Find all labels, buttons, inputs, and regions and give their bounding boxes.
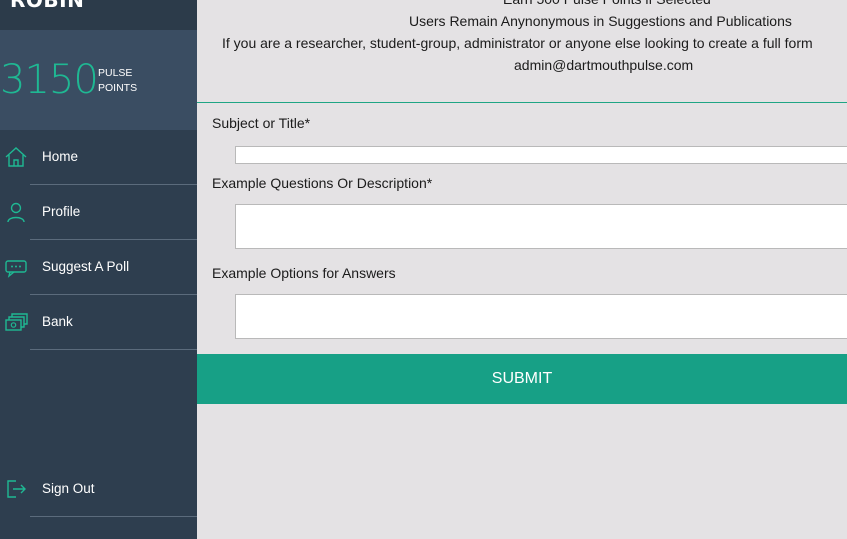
money-stack-icon — [4, 311, 28, 333]
contact-email: admin@dartmouthpulse.com — [514, 57, 694, 73]
sign-out-label: Sign Out — [42, 481, 95, 496]
sign-out-button[interactable]: Sign Out — [0, 462, 197, 517]
chat-bubble-icon — [4, 256, 28, 278]
pulse-points-label-line1: PULSE — [98, 67, 133, 79]
subject-input[interactable] — [235, 146, 847, 164]
options-label: Example Options for Answers — [212, 265, 396, 281]
divider — [30, 349, 197, 350]
pulse-points-label: PULSE POINTS — [98, 66, 137, 96]
questions-textarea[interactable] — [235, 204, 847, 249]
pulse-points-value: 3150 — [0, 57, 99, 103]
sidebar-item-home[interactable]: Home — [0, 130, 197, 185]
sidebar-item-label: Bank — [42, 314, 73, 329]
brand-bar: ROBIN — [0, 0, 197, 30]
subject-label: Subject or Title* — [212, 115, 311, 131]
pulse-points-label-line2: POINTS — [98, 82, 138, 94]
sidebar-item-suggest-a-poll[interactable]: Suggest A Poll — [0, 240, 197, 295]
info-line-reward: Earn 500 Pulse Points if Selected — [503, 0, 711, 10]
user-icon — [4, 201, 28, 223]
sidebar-item-bank[interactable]: Bank — [0, 295, 197, 350]
section-divider — [197, 102, 847, 103]
pulse-points-panel: 3150 PULSE POINTS — [0, 30, 197, 130]
sign-out-icon — [4, 478, 28, 500]
options-textarea[interactable] — [235, 294, 847, 339]
sidebar-item-profile[interactable]: Profile — [0, 185, 197, 240]
sidebar-item-label: Suggest A Poll — [42, 259, 130, 274]
main-content: Earn 500 Pulse Points if Selected Users … — [197, 0, 847, 539]
home-icon — [4, 146, 28, 168]
divider — [30, 516, 197, 517]
sidebar-item-label: Home — [42, 149, 79, 164]
info-line-researchers: If you are a researcher, student-group, … — [222, 35, 813, 51]
brand-name: ROBIN — [10, 0, 85, 12]
submit-button[interactable]: SUBMIT — [197, 354, 847, 404]
questions-label: Example Questions Or Description* — [212, 175, 433, 191]
sidebar-item-label: Profile — [42, 204, 81, 219]
info-line-anonymity: Users Remain Anynonymous in Suggestions … — [409, 13, 792, 29]
sidebar: ROBIN 3150 PULSE POINTS Home Profile Sug… — [0, 0, 197, 539]
